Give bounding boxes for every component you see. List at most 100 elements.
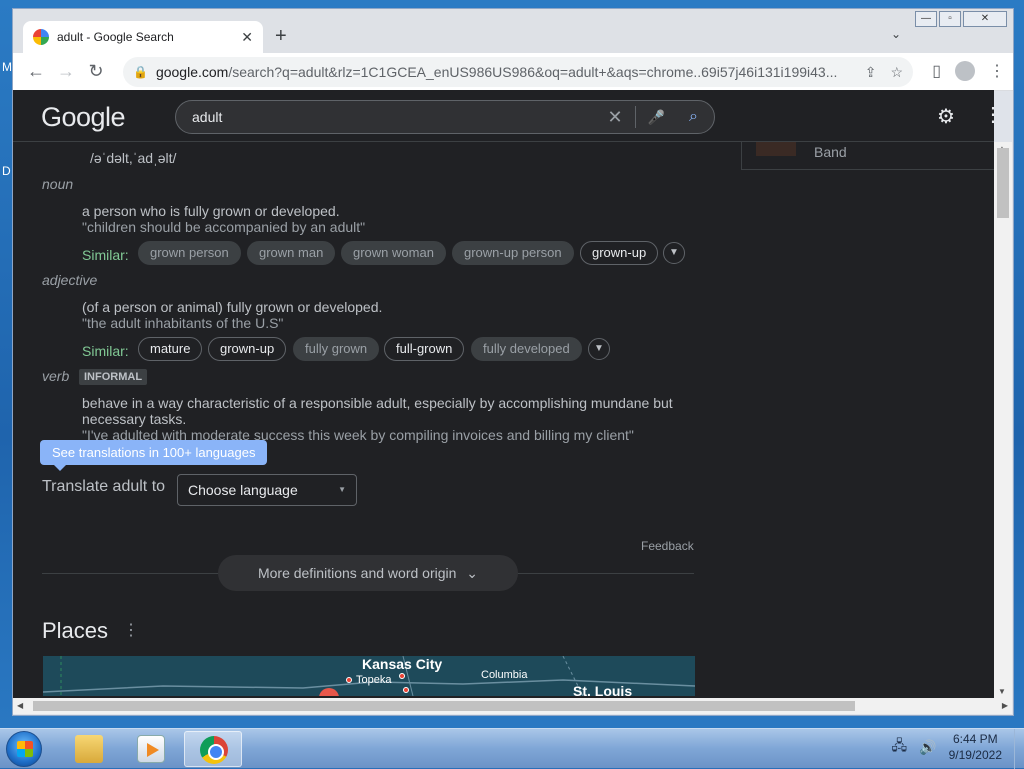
part-of-speech-verb: verb bbox=[42, 368, 70, 384]
clear-search-icon[interactable]: ✕ bbox=[608, 107, 623, 128]
minimize-button[interactable]: — bbox=[915, 11, 937, 27]
verb-definition-cont: necessary tasks. bbox=[82, 411, 187, 427]
show-desktop-button[interactable] bbox=[1014, 729, 1024, 769]
forward-button[interactable]: → bbox=[51, 61, 81, 82]
more-options-icon[interactable]: ⋮ bbox=[983, 102, 994, 127]
part-of-speech-noun: noun bbox=[42, 176, 74, 192]
similar-label: Similar: bbox=[82, 343, 129, 359]
verb-definition: behave in a way characteristic of a resp… bbox=[82, 395, 673, 411]
synonym-chip[interactable]: grown-up bbox=[580, 241, 659, 265]
scroll-left-arrow-icon[interactable]: ◀ bbox=[17, 701, 23, 710]
search-box[interactable]: adult ✕ 🎤 ⌕ bbox=[175, 100, 715, 134]
toolbar-right: ▯ ⋮ bbox=[932, 61, 1005, 81]
window-controls: — ▫ ✕ bbox=[915, 11, 1007, 27]
search-divider bbox=[634, 106, 636, 128]
taskbar: 🖧 🔊 6:44 PM 9/19/2022 bbox=[0, 728, 1024, 769]
taskbar-media-player[interactable] bbox=[122, 731, 180, 767]
feedback-link[interactable]: Feedback bbox=[641, 539, 694, 553]
search-input[interactable]: adult bbox=[192, 109, 608, 125]
dropdown-caret-icon: ▼ bbox=[338, 485, 346, 494]
tab-search-icon[interactable]: ⌄ bbox=[891, 27, 901, 41]
thumbnail-image bbox=[756, 142, 796, 156]
bookmark-star-icon[interactable]: ☆ bbox=[890, 64, 903, 81]
part-of-speech-adjective: adjective bbox=[42, 272, 98, 288]
chrome-icon bbox=[200, 736, 228, 764]
map-label-topeka: Topeka bbox=[356, 674, 392, 686]
reload-button[interactable]: ↻ bbox=[81, 61, 111, 82]
similar-label: Similar: bbox=[82, 247, 129, 263]
map-marker[interactable] bbox=[399, 673, 405, 679]
clock-time: 6:44 PM bbox=[952, 732, 998, 746]
clock[interactable]: 6:44 PM 9/19/2022 bbox=[949, 731, 1002, 763]
synonym-chip[interactable]: full-grown bbox=[384, 337, 465, 361]
side-panel-icon[interactable]: ▯ bbox=[932, 61, 941, 81]
tab-close-icon[interactable]: ✕ bbox=[241, 29, 253, 46]
map-marker[interactable] bbox=[403, 687, 409, 693]
synonym-chip[interactable]: fully developed bbox=[471, 337, 582, 361]
horizontal-scrollbar[interactable]: ◀ ▶ bbox=[13, 698, 1012, 714]
synonym-chip[interactable]: grown-up bbox=[208, 337, 287, 361]
new-tab-button[interactable]: + bbox=[275, 25, 287, 48]
taskbar-explorer[interactable] bbox=[60, 731, 118, 767]
synonym-chip[interactable]: grown woman bbox=[341, 241, 446, 265]
back-button[interactable]: ← bbox=[21, 61, 51, 82]
vertical-scroll-thumb[interactable] bbox=[997, 148, 1009, 218]
map-label-columbia: Columbia bbox=[481, 669, 528, 681]
browser-menu-icon[interactable]: ⋮ bbox=[989, 61, 1005, 81]
page-viewport: Google adult ✕ 🎤 ⌕ ⚙ ⋮ Band /əˈdəlt,ˈadˌ… bbox=[13, 90, 994, 698]
google-favicon-icon bbox=[33, 29, 49, 45]
google-header: Google adult ✕ 🎤 ⌕ ⚙ ⋮ bbox=[13, 90, 994, 142]
synonym-chip[interactable]: grown man bbox=[247, 241, 336, 265]
desktop-icon-label: M bbox=[2, 60, 12, 74]
pronunciation: /əˈdəlt,ˈadˌəlt/ bbox=[90, 150, 177, 166]
browser-toolbar: ← → ↻ 🔒 google.com/search?q=adult&rlz=1C… bbox=[13, 53, 1013, 91]
places-menu-icon[interactable]: ⋮ bbox=[123, 620, 139, 640]
horizontal-scroll-thumb[interactable] bbox=[33, 701, 855, 711]
url-path: /search?q=adult&rlz=1C1GCEA_enUS986US986… bbox=[228, 64, 838, 80]
synonym-chip[interactable]: grown-up person bbox=[452, 241, 574, 265]
close-window-button[interactable]: ✕ bbox=[963, 11, 1007, 27]
more-definitions-button[interactable]: More definitions and word origin ⌄ bbox=[218, 555, 518, 591]
knowledge-panel-item[interactable]: Band bbox=[741, 142, 994, 170]
synonym-chip[interactable]: grown person bbox=[138, 241, 241, 265]
scroll-right-arrow-icon[interactable]: ▶ bbox=[1002, 701, 1008, 710]
lock-icon[interactable]: 🔒 bbox=[133, 65, 148, 79]
adjective-example: "the adult inhabitants of the U.S" bbox=[82, 315, 284, 331]
noun-definition: a person who is fully grown or developed… bbox=[82, 203, 340, 219]
tab-google-search[interactable]: adult - Google Search ✕ bbox=[23, 21, 263, 53]
map-label-st-louis: St. Louis bbox=[573, 683, 633, 696]
chevron-down-icon[interactable]: ▼ bbox=[663, 242, 685, 264]
microphone-icon[interactable]: 🎤 bbox=[648, 109, 665, 126]
search-icon[interactable]: ⌕ bbox=[689, 108, 698, 126]
language-select[interactable]: Choose language ▼ bbox=[177, 474, 357, 506]
map-marker[interactable] bbox=[346, 677, 352, 683]
map-label-kansas-city: Kansas City bbox=[362, 656, 443, 672]
google-logo[interactable]: Google bbox=[41, 102, 126, 133]
chevron-down-icon[interactable]: ▼ bbox=[588, 338, 610, 360]
chevron-down-icon: ⌄ bbox=[466, 565, 479, 581]
side-item-label: Band bbox=[814, 144, 847, 160]
translate-label: Translate adult to bbox=[42, 478, 166, 495]
profile-avatar[interactable] bbox=[955, 61, 975, 81]
desktop-icon-label: D bbox=[2, 164, 11, 178]
settings-gear-icon[interactable]: ⚙ bbox=[937, 104, 955, 129]
synonym-chip[interactable]: mature bbox=[138, 337, 203, 361]
system-tray: 🖧 🔊 6:44 PM 9/19/2022 bbox=[892, 731, 1002, 763]
places-map[interactable]: Kansas City Topeka Columbia St. Louis bbox=[43, 656, 695, 696]
volume-icon[interactable]: 🔊 bbox=[919, 739, 936, 756]
vertical-scrollbar[interactable]: ▲ ▼ bbox=[994, 142, 1012, 698]
maximize-button[interactable]: ▫ bbox=[939, 11, 961, 27]
network-icon[interactable]: 🖧 bbox=[892, 735, 908, 759]
scroll-down-arrow-icon[interactable]: ▼ bbox=[998, 687, 1006, 696]
share-icon[interactable]: ⇪ bbox=[865, 64, 877, 81]
folder-icon bbox=[75, 735, 103, 763]
start-button[interactable] bbox=[6, 731, 42, 767]
more-definitions-label: More definitions and word origin bbox=[257, 565, 457, 581]
informal-badge: INFORMAL bbox=[79, 369, 148, 385]
taskbar-chrome[interactable] bbox=[184, 731, 242, 767]
adjective-definition: (of a person or animal) fully grown or d… bbox=[82, 299, 383, 315]
url-domain: google.com bbox=[155, 64, 229, 80]
synonym-chip[interactable]: fully grown bbox=[293, 337, 380, 361]
places-heading: Places bbox=[42, 618, 109, 643]
address-bar[interactable]: 🔒 google.com/search?q=adult&rlz=1C1GCEA_… bbox=[123, 57, 913, 87]
